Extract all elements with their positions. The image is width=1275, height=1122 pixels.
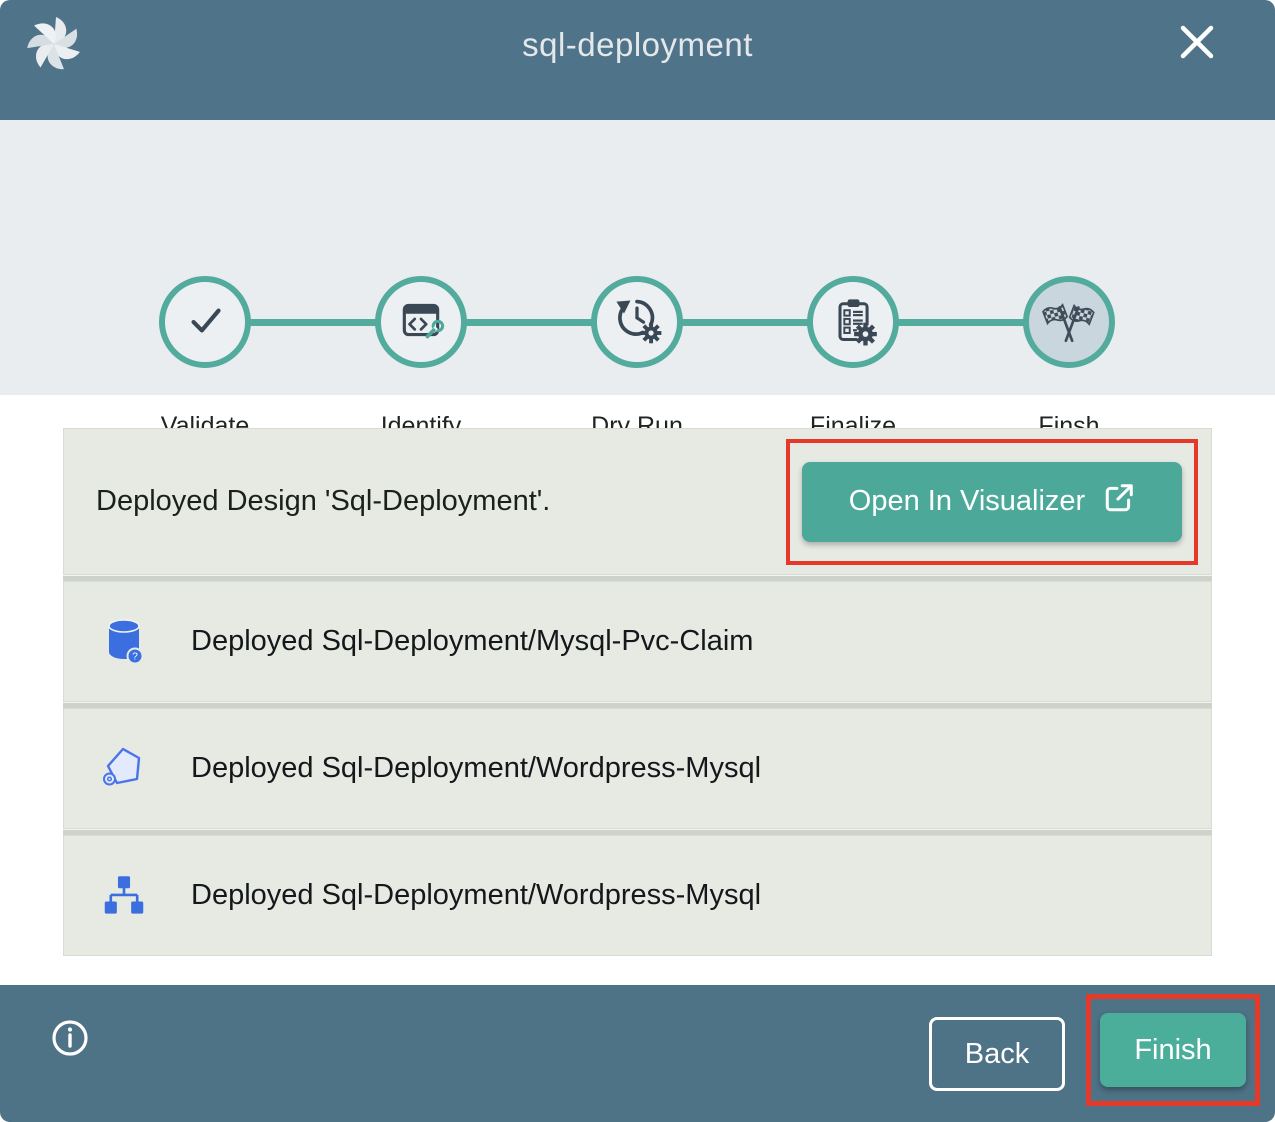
info-icon[interactable] (50, 1018, 90, 1058)
deployment-row-text: Deployed Sql-Deployment/Wordpress-Mysql (191, 752, 761, 785)
deployment-row-text: Deployed Sql-Deployment/Wordpress-Mysql (191, 879, 761, 912)
check-icon (180, 295, 230, 350)
page-title: sql-deployment (0, 26, 1275, 64)
code-configure-icon (396, 295, 446, 350)
checklist-gear-icon (827, 294, 879, 351)
annotation-highlight-visualizer: Open In Visualizer (786, 439, 1198, 565)
deployment-wizard-modal: sql-deployment (0, 0, 1275, 1122)
deployment-row-text: Deployed Sql-Deployment/Mysql-Pvc-Claim (191, 625, 753, 658)
step-identify-environments[interactable] (375, 276, 467, 368)
database-icon: ? (99, 615, 149, 669)
dry-run-icon (611, 294, 663, 351)
open-in-visualizer-button[interactable]: Open In Visualizer (802, 462, 1182, 542)
open-in-visualizer-label: Open In Visualizer (849, 485, 1085, 518)
external-link-icon (1103, 482, 1135, 522)
svg-text:?: ? (132, 651, 138, 662)
deployed-design-message: Deployed Design 'Sql-Deployment'. (96, 485, 550, 518)
deployment-row-wordpress-mysql-2: Deployed Sql-Deployment/Wordpress-Mysql (63, 835, 1212, 956)
annotation-highlight-finish: Finish (1086, 994, 1260, 1106)
modal-header: sql-deployment (0, 0, 1275, 120)
back-button[interactable]: Back (929, 1017, 1065, 1091)
finish-button[interactable]: Finish (1100, 1013, 1246, 1087)
finish-flags-icon (1040, 291, 1098, 354)
step-finish[interactable] (1023, 276, 1115, 368)
step-validate-design[interactable] (159, 276, 251, 368)
hierarchy-icon (99, 869, 149, 923)
close-icon[interactable] (1177, 22, 1217, 62)
deployment-row-wordpress-mysql-1: Deployed Sql-Deployment/Wordpress-Mysql (63, 708, 1212, 829)
deployment-results: Deployed Design 'Sql-Deployment'. Open I… (0, 395, 1275, 985)
wizard-stepper: Validate Design Identify Environments Dr… (0, 120, 1275, 395)
pentagon-component-icon (99, 742, 149, 796)
modal-footer: Back Finish (0, 985, 1275, 1122)
step-finalize-deployment[interactable] (807, 276, 899, 368)
step-dry-run[interactable] (591, 276, 683, 368)
deployment-row-mysql-pvc-claim: ? Deployed Sql-Deployment/Mysql-Pvc-Clai… (63, 581, 1212, 702)
summary-row: Deployed Design 'Sql-Deployment'. Open I… (63, 428, 1212, 575)
